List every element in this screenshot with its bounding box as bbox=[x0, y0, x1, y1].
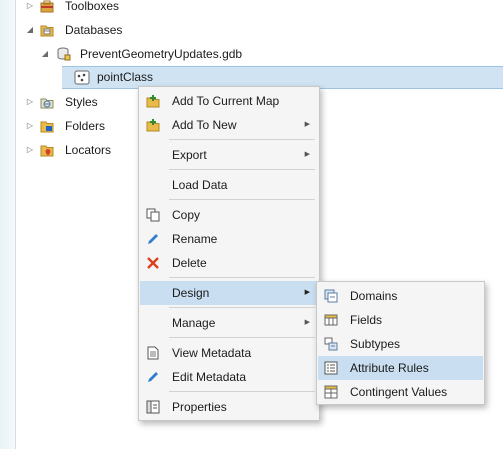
menu-item-label: Export bbox=[172, 148, 207, 162]
menu-item-copy[interactable]: Copy bbox=[140, 203, 318, 227]
point-feature-class-icon bbox=[74, 70, 90, 85]
menu-item-add-to-new[interactable]: Add To New ▶ bbox=[140, 113, 318, 137]
menu-item-label: Delete bbox=[172, 256, 207, 270]
context-menu: Add To Current Map Add To New ▶ Export ▶… bbox=[138, 86, 320, 421]
menu-item-label: Fields bbox=[350, 313, 383, 327]
menu-item-contingent-values[interactable]: Contingent Values bbox=[318, 380, 483, 404]
properties-icon bbox=[146, 400, 160, 414]
menu-item-rename[interactable]: Rename bbox=[140, 227, 318, 251]
tree-item-label: pointClass bbox=[97, 70, 154, 84]
menu-item-edit-metadata[interactable]: Edit Metadata bbox=[140, 365, 318, 389]
menu-separator bbox=[169, 139, 315, 140]
menu-item-export[interactable]: Export ▶ bbox=[140, 143, 318, 167]
pencil-icon bbox=[148, 372, 158, 382]
menu-item-label: Attribute Rules bbox=[350, 361, 429, 375]
menu-item-label: Rename bbox=[172, 232, 218, 246]
submenu-arrow-icon: ▶ bbox=[304, 319, 310, 326]
menu-separator bbox=[169, 277, 315, 278]
menu-item-manage[interactable]: Manage ▶ bbox=[140, 311, 318, 335]
menu-item-domains[interactable]: Domains bbox=[318, 284, 483, 308]
tree-item-label: Folders bbox=[65, 119, 106, 133]
map-edge bbox=[0, 0, 16, 449]
menu-item-delete[interactable]: Delete bbox=[140, 251, 318, 275]
menu-item-view-metadata[interactable]: View Metadata bbox=[140, 341, 318, 365]
contingent-values-icon bbox=[324, 385, 338, 399]
menu-item-attribute-rules[interactable]: Attribute Rules bbox=[318, 356, 483, 380]
menu-item-subtypes[interactable]: Subtypes bbox=[318, 332, 483, 356]
collapse-arrow-icon[interactable]: ◢ bbox=[40, 43, 50, 65]
document-icon bbox=[147, 346, 159, 360]
expand-arrow-icon[interactable]: ▷ bbox=[25, 0, 35, 17]
collapse-arrow-icon[interactable]: ◢ bbox=[25, 19, 35, 41]
tree-item-label: Locators bbox=[65, 143, 112, 157]
tree-item-label: Styles bbox=[65, 95, 98, 109]
menu-separator bbox=[169, 199, 315, 200]
menu-separator bbox=[169, 337, 315, 338]
menu-item-label: Design bbox=[172, 286, 210, 300]
styles-icon bbox=[40, 98, 54, 109]
expand-arrow-icon[interactable]: ▷ bbox=[25, 139, 35, 161]
menu-item-label: Edit Metadata bbox=[172, 370, 247, 384]
locators-icon bbox=[40, 145, 54, 157]
menu-item-label: Properties bbox=[172, 400, 227, 414]
menu-item-label: Copy bbox=[172, 208, 201, 222]
submenu-arrow-icon: ▶ bbox=[304, 151, 310, 158]
tree-item-label: PreventGeometryUpdates.gdb bbox=[80, 47, 243, 61]
submenu-arrow-icon: ▶ bbox=[304, 289, 310, 296]
menu-item-label: Add To Current Map bbox=[172, 94, 280, 108]
menu-item-label: Load Data bbox=[172, 178, 228, 192]
design-submenu: Domains Fields Subtypes Attribute Rules bbox=[316, 281, 485, 405]
copy-icon bbox=[146, 208, 160, 222]
subtypes-icon bbox=[324, 337, 338, 351]
submenu-arrow-icon: ▶ bbox=[304, 121, 310, 128]
menu-item-label: View Metadata bbox=[172, 346, 252, 360]
folders-icon bbox=[40, 121, 54, 133]
databases-folder-icon bbox=[40, 25, 54, 37]
menu-separator bbox=[169, 391, 315, 392]
menu-separator bbox=[169, 169, 315, 170]
delete-icon bbox=[147, 257, 159, 269]
pencil-icon bbox=[148, 234, 158, 244]
add-data-icon bbox=[146, 95, 160, 108]
menu-item-label: Contingent Values bbox=[350, 385, 448, 399]
tree-item-label: Toolboxes bbox=[65, 0, 120, 13]
fields-icon bbox=[324, 314, 338, 326]
menu-item-label: Subtypes bbox=[350, 337, 401, 351]
menu-item-properties[interactable]: Properties bbox=[140, 395, 318, 419]
menu-item-label: Manage bbox=[172, 316, 216, 330]
menu-item-load-data[interactable]: Load Data bbox=[140, 173, 318, 197]
menu-item-fields[interactable]: Fields bbox=[318, 308, 483, 332]
domains-icon bbox=[324, 289, 338, 303]
attribute-rules-icon bbox=[324, 361, 338, 375]
geodatabase-icon bbox=[57, 47, 71, 61]
toolbox-icon bbox=[40, 0, 54, 13]
add-data-icon bbox=[146, 119, 160, 132]
tree-item-label: Databases bbox=[65, 23, 123, 37]
menu-item-add-to-current-map[interactable]: Add To Current Map bbox=[140, 89, 318, 113]
expand-arrow-icon[interactable]: ▷ bbox=[25, 91, 35, 113]
expand-arrow-icon[interactable]: ▷ bbox=[25, 115, 35, 137]
menu-separator bbox=[169, 307, 315, 308]
menu-item-design[interactable]: Design ▶ bbox=[140, 281, 318, 305]
menu-item-label: Add To New bbox=[172, 118, 237, 132]
menu-item-label: Domains bbox=[350, 289, 398, 303]
